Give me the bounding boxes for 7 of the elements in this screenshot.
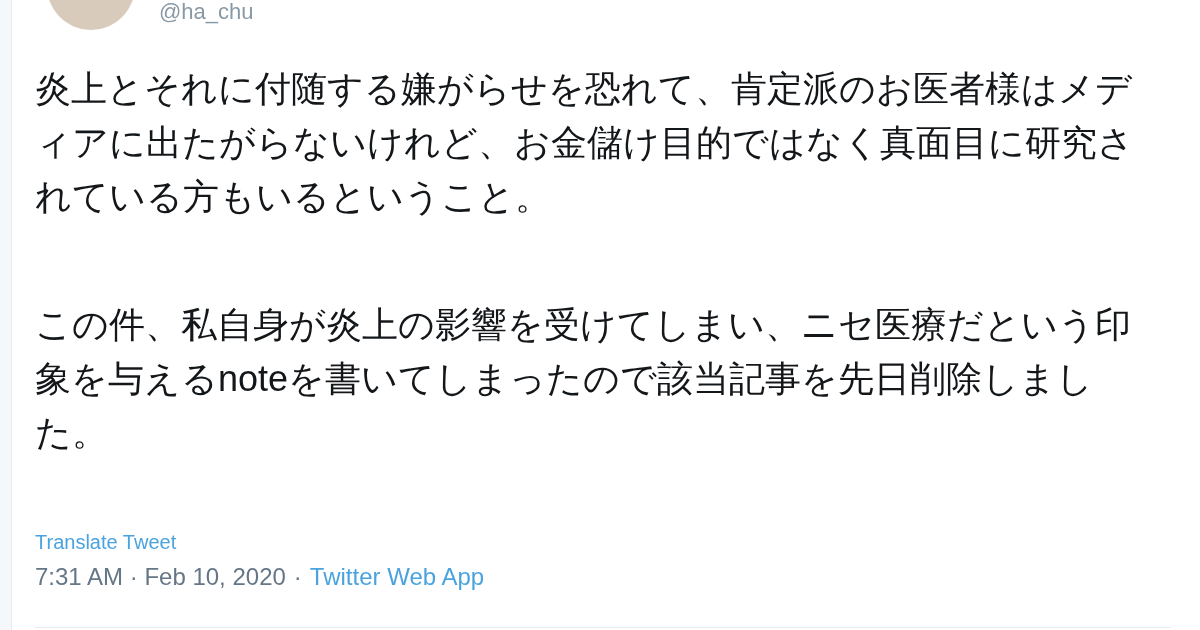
translate-tweet-link[interactable]: Translate Tweet: [35, 530, 177, 554]
timestamp: 7:31 AM · Feb 10, 2020: [35, 562, 286, 592]
tweet-text: この件、私自身が炎上の影響を受けてしまい、ニセ医療だという印象を与えるnoteを書いてしまったので該当記事を先日削除しました。: [35, 303, 1132, 455]
tweet-text: 炎上とそれに付随する嫌がらせを恐れて、肯定派のお医者様はメディアに出たがらないけれど、お金儲け目的ではなく真面目に研究されている方もいるということ。: [35, 67, 1135, 219]
source-link[interactable]: Twitter Web App: [309, 562, 485, 592]
separator-dot: ·: [293, 562, 302, 592]
user-handle: @ha_chu: [159, 0, 254, 24]
